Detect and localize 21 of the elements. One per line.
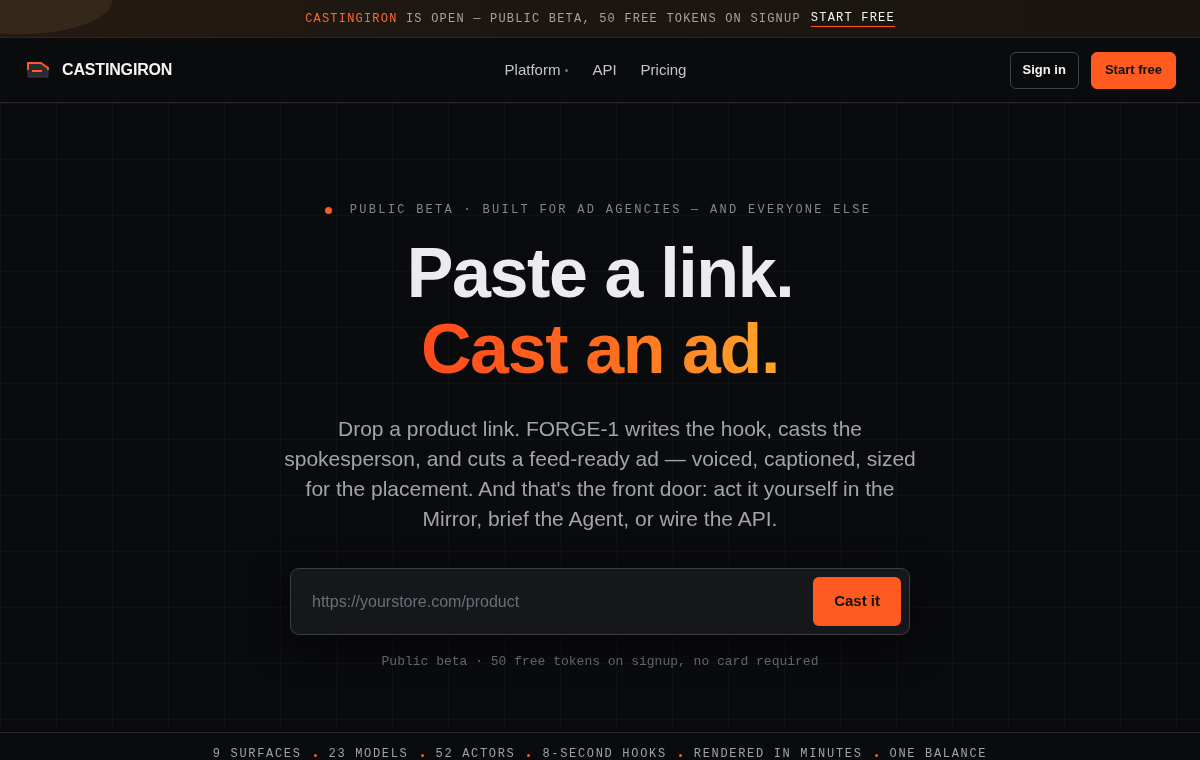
nav-link[interactable]: Platform: [504, 58, 561, 82]
stat-text: 8-SECOND HOOKS: [542, 748, 667, 760]
logo-icon: [27, 62, 49, 78]
stat-text: 23 MODELS: [328, 748, 409, 760]
announcement-text: CASTINGIRON IS OPEN — PUBLIC BETA, 50 FREE TOKENS ON SIGNUP: [305, 10, 801, 28]
brand-name: CASTINGIRON: [62, 60, 173, 80]
cast-it-button[interactable]: Cast it: [813, 577, 901, 626]
eyebrow-text: PUBLIC BETA · BUILT FOR AD AGENCIES — AND EVERYONE ELSE: [349, 202, 872, 218]
stat-text: ONE BALANCE: [889, 748, 988, 760]
headline-text: Paste a link.: [406, 235, 794, 311]
start-free-button[interactable]: Start free: [1090, 51, 1176, 89]
stat-text: 52 ACTORS: [435, 748, 516, 760]
start-free-link[interactable]: START FREE: [810, 10, 895, 27]
sign-in-button[interactable]: Sign in: [1009, 51, 1079, 89]
stat-text: 9 SURFACES: [212, 748, 302, 760]
url-input-field[interactable]: https://yourstore.com/product Cast it: [290, 568, 910, 635]
nav-link[interactable]: Pricing: [640, 58, 687, 82]
description-text: Drop a product link. FORGE-1 writes the hook, casts the spokesperson, and cuts a feed-ready ad — voiced, captioned, sized for the placement. And that's the front door: act it yourself in the Mirror, brief the Agent, or wire the API.: [283, 416, 917, 532]
signup-note-text: Public beta · 50 free tokens on signup, no card required: [381, 653, 819, 671]
nav-link[interactable]: API: [592, 58, 617, 82]
stat-text: RENDERED IN MINUTES: [693, 748, 863, 760]
